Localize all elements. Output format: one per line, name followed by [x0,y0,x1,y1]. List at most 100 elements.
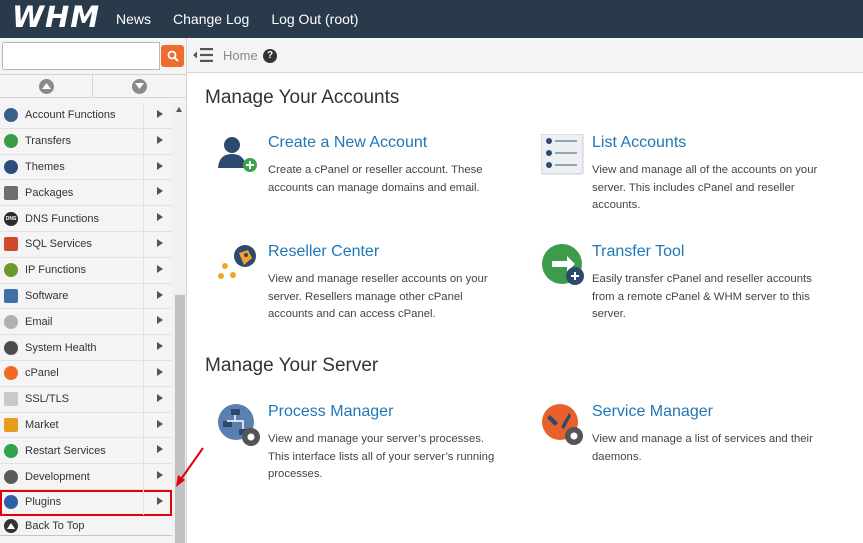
sidebar-item-market[interactable]: Market [0,412,172,439]
sidebar-search [2,42,185,70]
card-description: View and manage your server’s processes.… [268,433,495,480]
expand-arrow-icon[interactable] [157,367,163,376]
sidebar-item-ssl-tls[interactable]: SSL/TLS [0,386,172,413]
search-icon [167,50,179,62]
sidebar-item-packages[interactable]: Packages [0,180,172,207]
sidebar-item-label: Account Functions [25,109,116,122]
reseller-center-link[interactable]: Reseller Center [268,243,379,261]
expand-arrow-icon[interactable] [157,110,163,118]
top-nav: News Change Log Log Out (root) [116,11,358,27]
account-functions-icon [4,108,18,123]
service-manager-icon [542,404,583,445]
back-to-top-button[interactable]: Back To Top [0,516,172,536]
sidebar-item-label: System Health [25,341,97,354]
card-description: View and manage a list of services and t… [592,433,813,463]
sidebar-item-dns-functions[interactable]: DNS DNS Functions [0,206,172,232]
sidebar-item-label: Transfers [25,135,72,148]
sidebar-item-restart-services[interactable]: Restart Services [0,438,172,465]
expand-arrow-icon[interactable] [157,161,163,170]
expand-arrow-icon[interactable] [157,316,163,325]
collapse-all-button[interactable] [0,75,93,97]
sidebar-item-development[interactable]: Development [0,464,172,490]
sidebar-item-label: SSL/TLS [25,393,70,406]
collapse-controls [0,74,186,98]
sidebar-item-label: DNS Functions [25,212,99,225]
chevron-up-icon [38,78,54,94]
search-button[interactable] [161,45,184,67]
logout-link[interactable]: Log Out (root) [271,11,358,27]
list-accounts-link[interactable]: List Accounts [592,134,686,152]
sql-icon [4,237,18,252]
whm-logo[interactable]: WHM [12,2,100,32]
expand-arrow-icon[interactable] [157,135,163,144]
card-description: Create a cPanel or reseller account. The… [268,164,483,194]
sidebar-item-plugins[interactable]: Plugins [0,489,172,516]
market-icon [4,417,18,432]
plugins-icon [4,495,18,510]
sidebar-item-label: Market [25,418,59,431]
sidebar-item-label: Software [25,289,69,302]
expand-arrow-icon[interactable] [157,445,163,454]
expand-arrow-icon[interactable] [157,187,163,196]
section-title-accounts: Manage Your Accounts [205,87,400,108]
sidebar-item-system-health[interactable]: System Health [0,335,172,361]
create-account-icon [218,137,257,172]
themes-icon [4,159,18,174]
sidebar-item-label: IP Functions [25,264,86,277]
ip-functions-icon [4,263,18,278]
process-manager-icon [218,404,260,446]
sidebar-item-cpanel[interactable]: cPanel [0,360,172,387]
search-input[interactable] [2,42,160,70]
expand-arrow-icon[interactable] [157,496,163,505]
sidebar-item-label: SQL Services [25,238,92,251]
scroll-up-icon[interactable] [176,107,182,112]
expand-arrow-icon[interactable] [157,471,163,480]
chevron-down-icon [132,78,147,94]
menu-toggle-icon[interactable] [193,47,213,63]
expand-arrow-icon[interactable] [157,213,163,222]
expand-arrow-icon[interactable] [157,290,163,299]
service-manager-link[interactable]: Service Manager [592,403,713,421]
expand-arrow-icon[interactable] [157,238,163,247]
sidebar-menu: Account Functions Transfers Themes Packa… [0,103,172,516]
expand-all-button[interactable] [93,75,186,97]
sidebar-item-themes[interactable]: Themes [0,154,172,181]
software-icon [4,288,18,303]
cpanel-icon [4,366,18,381]
create-account-link[interactable]: Create a New Account [268,134,427,152]
sidebar-item-label: Themes [25,160,65,173]
expand-arrow-icon[interactable] [157,419,163,428]
sidebar: Account Functions Transfers Themes Packa… [0,38,187,543]
breadcrumb-home[interactable]: Home [223,48,258,63]
back-to-top-label: Back To Top [25,519,85,532]
card-description: View and manage reseller accounts on you… [268,273,488,320]
expand-arrow-icon[interactable] [157,264,163,273]
sidebar-item-software[interactable]: Software [0,283,172,310]
news-link[interactable]: News [116,11,151,27]
sidebar-item-label: Development [25,470,90,483]
sidebar-item-email[interactable]: Email [0,309,172,336]
reseller-center-icon [218,245,256,279]
dns-icon: DNS [4,211,18,226]
sidebar-item-sql-services[interactable]: SQL Services [0,231,172,258]
expand-arrow-icon[interactable] [157,342,163,351]
sidebar-item-account-functions[interactable]: Account Functions [0,103,172,129]
process-manager-link[interactable]: Process Manager [268,403,393,421]
sidebar-item-label: Packages [25,186,74,199]
sidebar-item-transfers[interactable]: Transfers [0,128,172,155]
expand-arrow-icon[interactable] [157,393,163,402]
help-icon[interactable]: ? [263,49,277,63]
transfer-tool-link[interactable]: Transfer Tool [592,243,684,261]
top-bar: WHM News Change Log Log Out (root) [0,0,863,38]
card-description: View and manage all of the accounts on y… [592,164,818,211]
email-icon [4,314,18,329]
system-health-icon [4,340,18,355]
sidebar-item-label: Email [25,315,53,328]
restart-services-icon [4,443,18,458]
packages-icon [4,185,18,200]
sidebar-item-ip-functions[interactable]: IP Functions [0,257,172,284]
change-log-link[interactable]: Change Log [173,11,249,27]
arrow-up-icon [4,518,18,533]
ssl-icon [4,392,18,407]
scrollbar-thumb[interactable] [175,295,185,543]
